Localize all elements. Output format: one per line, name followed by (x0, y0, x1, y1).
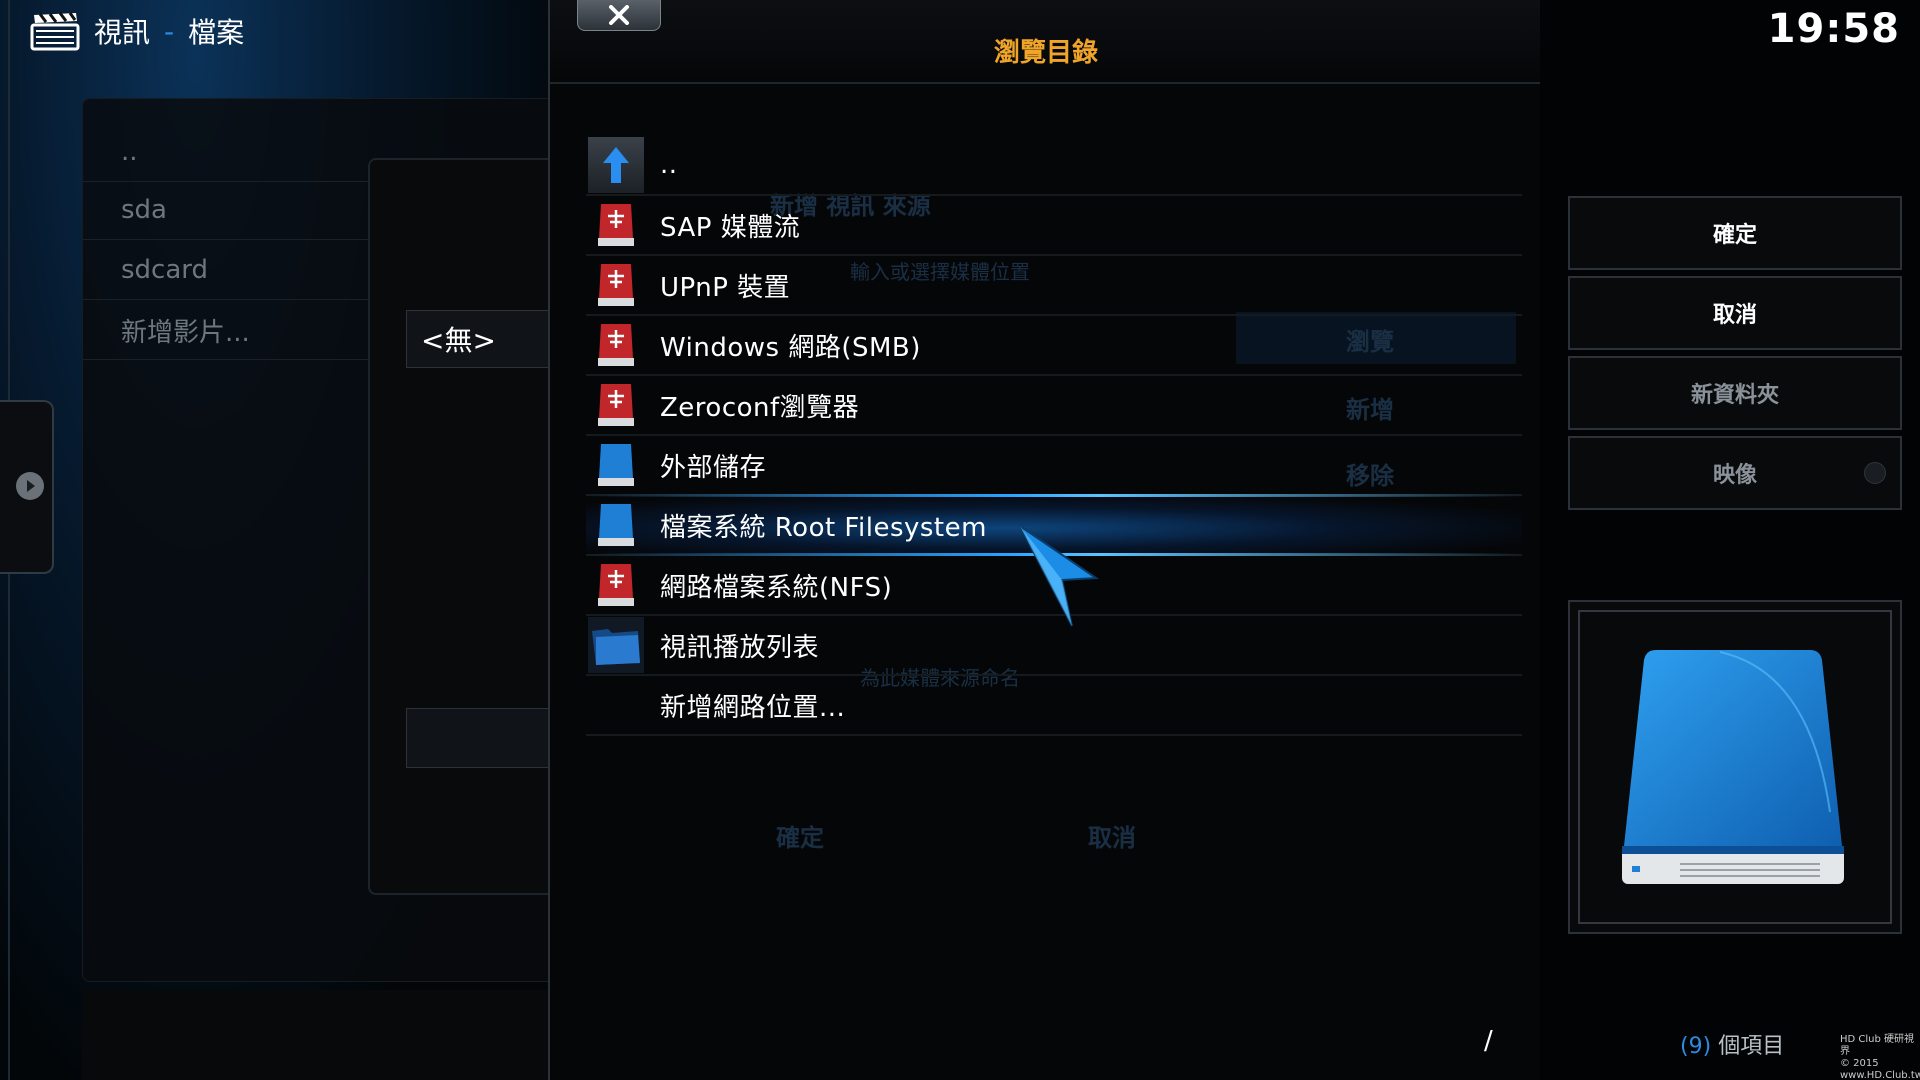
ghost-ok: 確定 (776, 824, 824, 852)
list-item-label: 檔案系統 Root Filesystem (660, 512, 987, 543)
breadcrumb: 視訊 - 檔案 (30, 8, 244, 54)
network-drive-icon (588, 377, 644, 433)
breadcrumb-section: 視訊 (94, 16, 151, 49)
item-count-close: ) (1702, 1034, 1712, 1059)
add-source-dialog: <無> (368, 158, 578, 895)
list-item-label: 視訊播放列表 (660, 632, 820, 663)
current-path: / (1484, 1026, 1493, 1056)
parent-up-arrow-icon (588, 137, 644, 193)
list-item-sap[interactable]: SAP 媒體流 (586, 196, 1522, 256)
item-count-suffix: 個項目 (1718, 1034, 1785, 1059)
list-item-smb[interactable]: Windows 網路(SMB) (586, 316, 1522, 376)
mirror-toggle[interactable]: 映像 (1568, 436, 1902, 510)
list-item-label: Windows 網路(SMB) (660, 332, 921, 363)
watermark-line2: © 2015 www.HD.Club.tw (1840, 1058, 1920, 1080)
clock: 19:58 (1767, 6, 1900, 52)
clapperboard-icon (30, 12, 80, 51)
drive-icon (588, 437, 644, 493)
directory-list: .. SAP 媒體流 UPnP 裝置 Windows 網路(SMB) Zeroc… (586, 136, 1522, 736)
close-x-icon (609, 5, 629, 25)
new-folder-button[interactable]: 新資料夾 (1568, 356, 1902, 430)
close-button[interactable] (577, 0, 661, 31)
hard-drive-icon (1622, 650, 1844, 884)
mirror-label: 映像 (1712, 463, 1757, 488)
item-count-open: ( (1680, 1034, 1689, 1059)
breadcrumb-separator: - (164, 14, 175, 48)
list-item-label: Zeroconf瀏覽器 (660, 392, 860, 423)
playlist-folder-icon (588, 617, 644, 673)
list-item-add-network-location[interactable]: 新增網路位置... (586, 676, 1522, 736)
preview-thumbnail (1568, 600, 1902, 934)
list-item-label: 外部儲存 (660, 452, 767, 483)
list-item-label: SAP 媒體流 (660, 212, 801, 243)
list-item-label: UPnP 裝置 (660, 272, 791, 303)
play-arrow-icon (16, 472, 44, 500)
cancel-button[interactable]: 取消 (1568, 276, 1902, 350)
watermark: HD Club 硬研視界 © 2015 www.HD.Club.tw (1840, 1034, 1920, 1080)
background-footer (82, 990, 560, 1080)
list-item-upnp[interactable]: UPnP 裝置 (586, 256, 1522, 316)
item-count: (9) 個項目 (1680, 1028, 1784, 1060)
network-drive-icon (588, 197, 644, 253)
drive-icon (588, 497, 644, 553)
radio-indicator-icon (1864, 462, 1886, 484)
mouse-pointer-icon (1019, 525, 1099, 627)
blank-icon (588, 677, 644, 733)
list-item-external-storage[interactable]: 外部儲存 (586, 436, 1522, 496)
dialog-title: 瀏覽目錄 (993, 38, 1098, 68)
network-drive-icon (588, 257, 644, 313)
breadcrumb-subsection: 檔案 (188, 16, 245, 49)
ok-button[interactable]: 確定 (1568, 196, 1902, 270)
ghost-cancel: 取消 (1088, 824, 1136, 852)
network-drive-icon (588, 557, 644, 613)
network-drive-icon (588, 317, 644, 373)
side-menu-tab[interactable] (0, 400, 54, 574)
list-item-label: 新增網路位置... (660, 692, 846, 723)
item-count-value: 9 (1688, 1034, 1703, 1059)
list-item-label: .. (660, 150, 678, 180)
watermark-line1: HD Club 硬研視界 (1840, 1034, 1915, 1057)
list-item-label: 網路檔案系統(NFS) (660, 572, 893, 603)
list-item-parent[interactable]: .. (586, 136, 1522, 196)
preview-inner-frame (1578, 610, 1892, 924)
list-item-zeroconf[interactable]: Zeroconf瀏覽器 (586, 376, 1522, 436)
